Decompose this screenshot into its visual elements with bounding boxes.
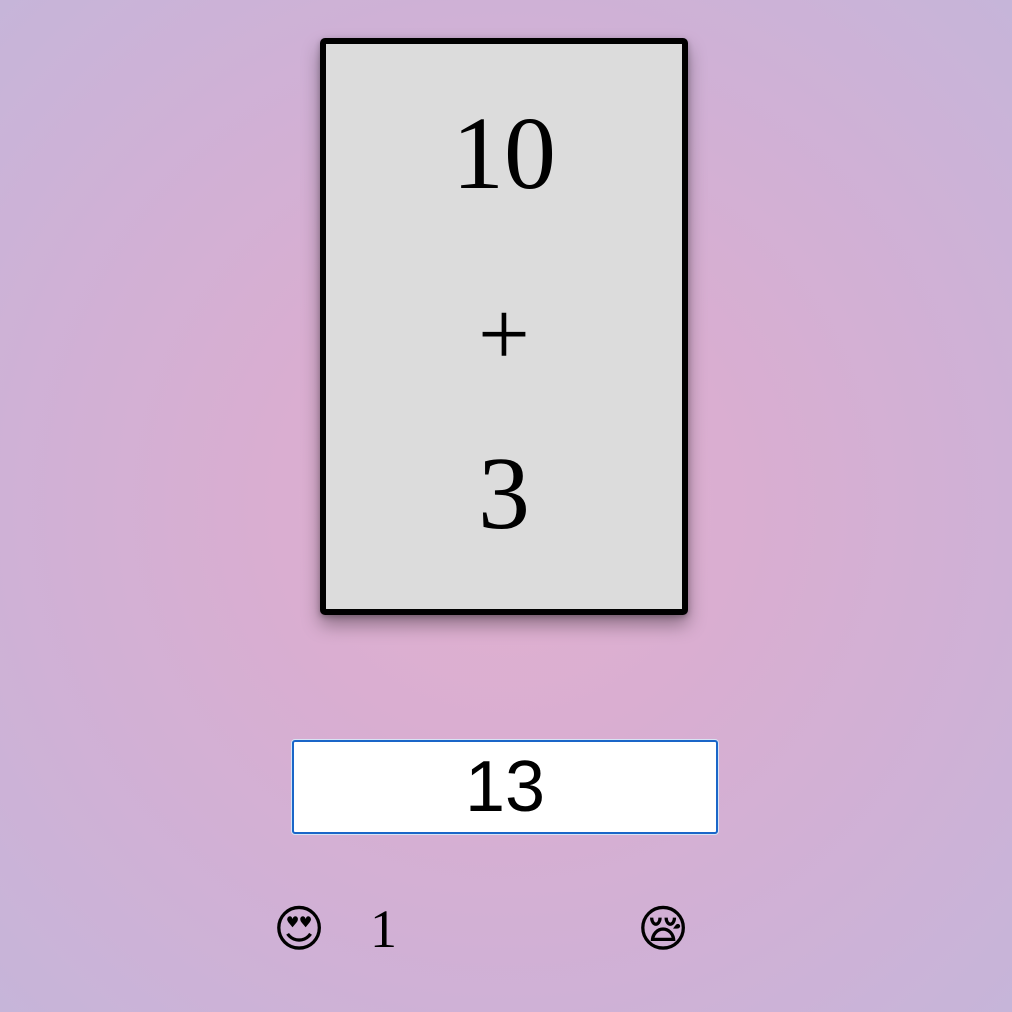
answer-field-container [292,740,718,834]
score-row: 😍 1 😪 [0,900,1012,970]
flash-card: 10 + 3 [320,38,688,615]
answer-input[interactable] [294,742,716,832]
correct-count: 1 [370,899,397,959]
sleepy-emoji-icon: 😪 [637,900,690,958]
star-struck-emoji-icon: 😍 [273,900,326,958]
card-bottom-number: 3 [478,436,530,551]
card-operator: + [478,283,530,385]
card-top-number: 10 [452,96,556,211]
